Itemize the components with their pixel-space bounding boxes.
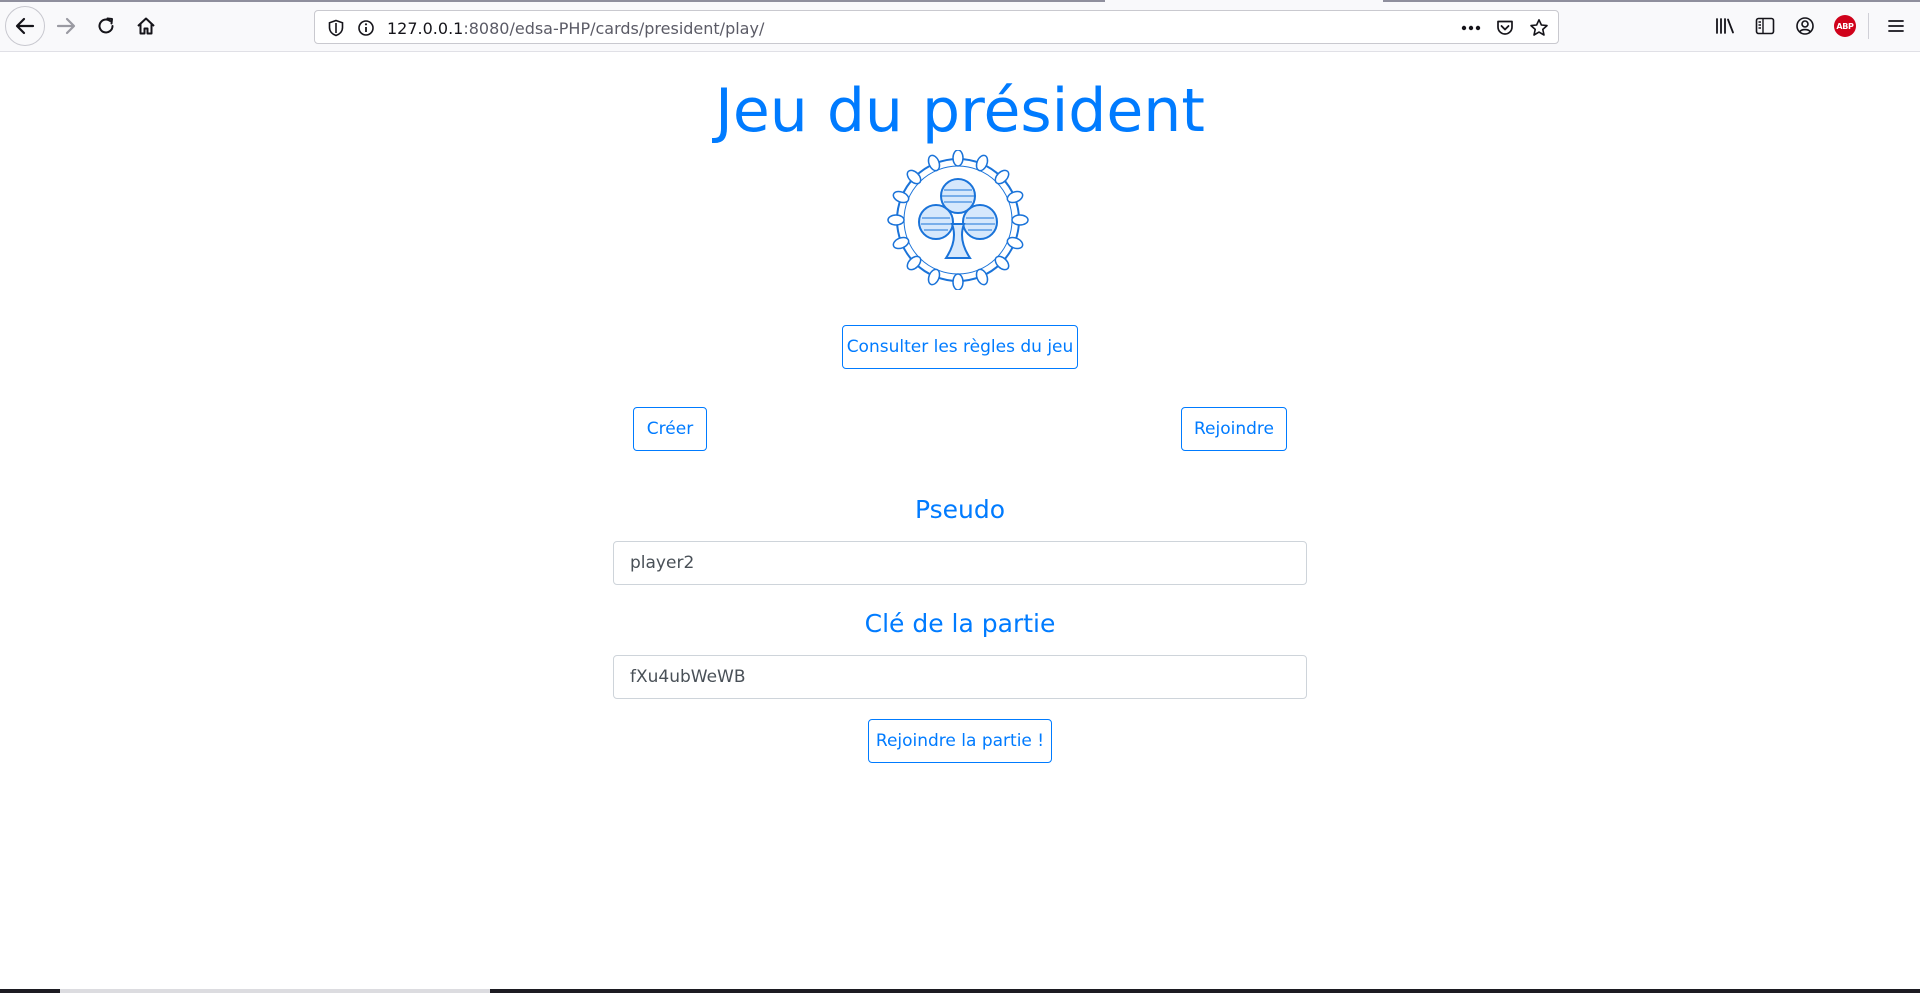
bottom-scroll-thumb[interactable] — [60, 989, 490, 993]
adblock-icon: ABP — [1834, 15, 1856, 37]
tab-strip-line — [1383, 0, 1920, 2]
create-button[interactable]: Créer — [633, 407, 707, 451]
bookmark-button[interactable] — [1529, 18, 1549, 38]
page-content: Jeu du président Consulter les règles du… — [0, 52, 1920, 989]
game-key-label: Clé de la partie — [864, 609, 1056, 638]
menu-icon — [1888, 20, 1904, 32]
rules-button[interactable]: Consulter les règles du jeu — [842, 325, 1078, 369]
browser-toolbar: 127.0.0.1:8080/edsa-PHP/cards/president/… — [0, 0, 1920, 52]
url-bar[interactable]: 127.0.0.1:8080/edsa-PHP/cards/president/… — [314, 10, 1559, 44]
url-text[interactable]: 127.0.0.1:8080/edsa-PHP/cards/president/… — [387, 19, 764, 38]
url-host: 127.0.0.1 — [387, 19, 464, 38]
home-button[interactable] — [129, 9, 163, 43]
url-path: :8080/edsa-PHP/cards/president/play/ — [463, 19, 765, 38]
more-icon — [1461, 25, 1481, 31]
game-key-input[interactable]: fXu4ubWeWB — [613, 655, 1307, 699]
forward-button[interactable] — [49, 9, 83, 43]
reload-icon — [98, 17, 114, 34]
info-icon — [358, 20, 374, 36]
pseudo-input[interactable]: player2 — [613, 541, 1307, 585]
account-icon — [1796, 17, 1814, 35]
page-title: Jeu du président — [715, 76, 1205, 146]
page-actions-button[interactable] — [1461, 18, 1481, 38]
club-wreath-icon — [887, 150, 1029, 290]
sidebar-button[interactable] — [1748, 9, 1782, 43]
pseudo-label: Pseudo — [914, 495, 1006, 524]
shield-icon — [328, 19, 344, 37]
pocket-button[interactable] — [1495, 18, 1515, 38]
library-button[interactable] — [1708, 9, 1742, 43]
pocket-icon — [1497, 20, 1513, 35]
back-button[interactable] — [5, 6, 45, 46]
join-button[interactable]: Rejoindre — [1181, 407, 1287, 451]
back-icon — [15, 17, 35, 35]
app-menu-button[interactable] — [1879, 9, 1913, 43]
library-icon — [1716, 18, 1734, 34]
star-icon — [1530, 19, 1548, 36]
site-info-button[interactable] — [356, 18, 376, 38]
toolbar-separator — [1868, 13, 1869, 39]
forward-icon — [56, 17, 76, 35]
join-game-submit-button[interactable]: Rejoindre la partie ! — [868, 719, 1052, 763]
adblock-button[interactable]: ABP — [1828, 9, 1862, 43]
tracking-protection-button[interactable] — [326, 18, 346, 38]
reload-button[interactable] — [89, 9, 123, 43]
account-button[interactable] — [1788, 9, 1822, 43]
sidebar-icon — [1755, 17, 1775, 35]
tab-strip-line — [0, 0, 1105, 2]
home-icon — [137, 17, 155, 35]
